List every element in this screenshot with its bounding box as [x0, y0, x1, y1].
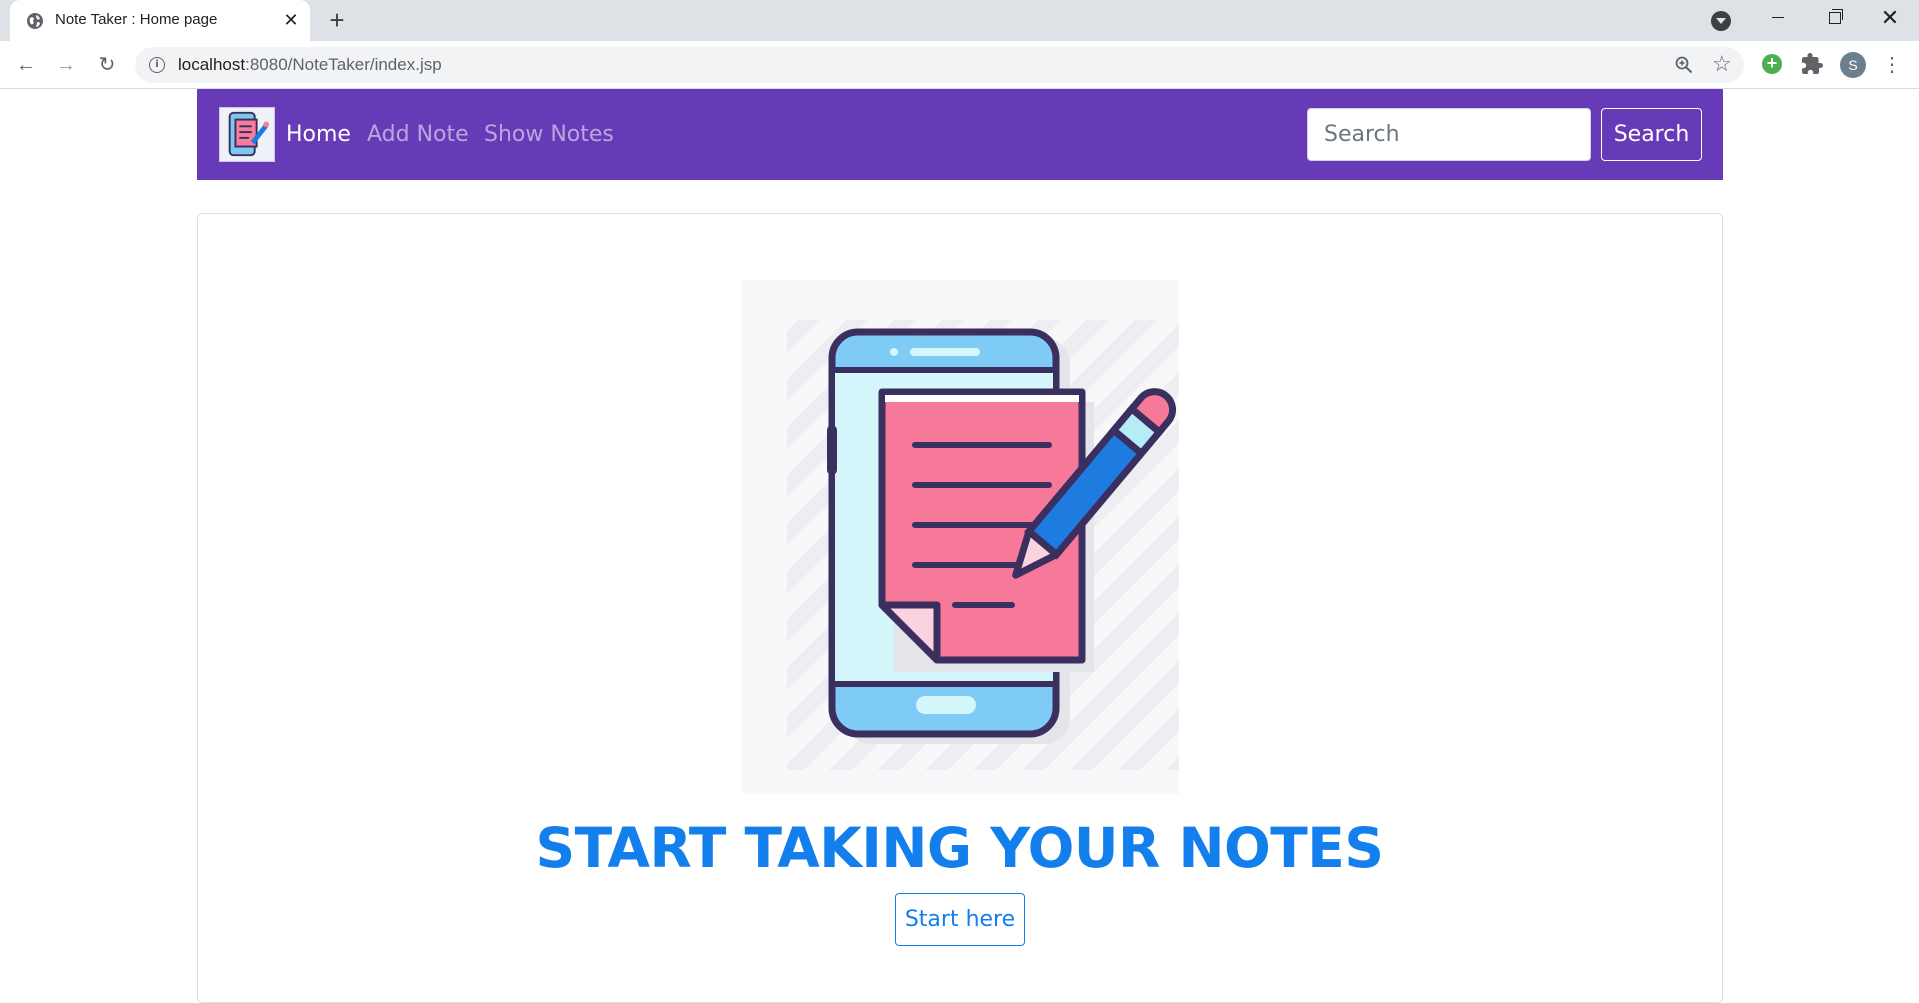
globe-icon — [27, 13, 43, 29]
search-input[interactable] — [1307, 108, 1591, 161]
nav-add-note-link[interactable]: Add Note — [367, 122, 469, 148]
search-button[interactable]: Search — [1601, 108, 1702, 161]
reload-icon[interactable]: ↻ — [93, 51, 121, 79]
url-path: :8080/NoteTaker/index.jsp — [245, 55, 442, 74]
tab-search-icon[interactable] — [1711, 11, 1731, 31]
menu-dots-icon[interactable]: ⋮ — [1882, 52, 1902, 78]
back-arrow-icon[interactable]: ← — [12, 51, 40, 79]
browser-tab-strip: Note Taker : Home page ✕ + ✕ — [0, 0, 1919, 41]
restore-button[interactable] — [1806, 0, 1862, 36]
browser-tab[interactable]: Note Taker : Home page ✕ — [10, 0, 310, 41]
notes-illustration — [742, 280, 1179, 794]
window-close-button[interactable]: ✕ — [1862, 0, 1918, 36]
zoom-icon[interactable] — [1675, 56, 1693, 74]
start-here-button[interactable]: Start here — [895, 893, 1025, 946]
browser-toolbar: ← → ↻ i localhost:8080/NoteTaker/index.j… — [0, 41, 1919, 89]
nav-home-link[interactable]: Home — [286, 122, 351, 148]
nav-show-notes-link[interactable]: Show Notes — [484, 122, 614, 148]
url-host: localhost — [178, 55, 246, 74]
minimize-button[interactable] — [1750, 0, 1806, 36]
address-bar[interactable]: i localhost:8080/NoteTaker/index.jsp ☆ — [135, 47, 1744, 83]
forward-arrow-icon[interactable]: → — [52, 51, 80, 79]
close-icon[interactable]: ✕ — [280, 9, 302, 31]
extension-icon[interactable]: + — [1762, 54, 1782, 74]
hero-title: START TAKING YOUR NOTES — [535, 816, 1384, 880]
star-icon[interactable]: ☆ — [1712, 52, 1732, 76]
tab-title: Note Taker : Home page — [55, 11, 218, 28]
profile-avatar[interactable]: S — [1840, 52, 1866, 78]
url-text[interactable]: localhost:8080/NoteTaker/index.jsp — [178, 55, 442, 75]
info-icon[interactable]: i — [149, 57, 165, 73]
puzzle-icon[interactable] — [1800, 52, 1824, 76]
plus-icon[interactable]: + — [324, 7, 350, 33]
app-navbar: Home Add Note Show Notes Search — [197, 89, 1723, 180]
brand-logo-icon[interactable] — [219, 107, 275, 162]
